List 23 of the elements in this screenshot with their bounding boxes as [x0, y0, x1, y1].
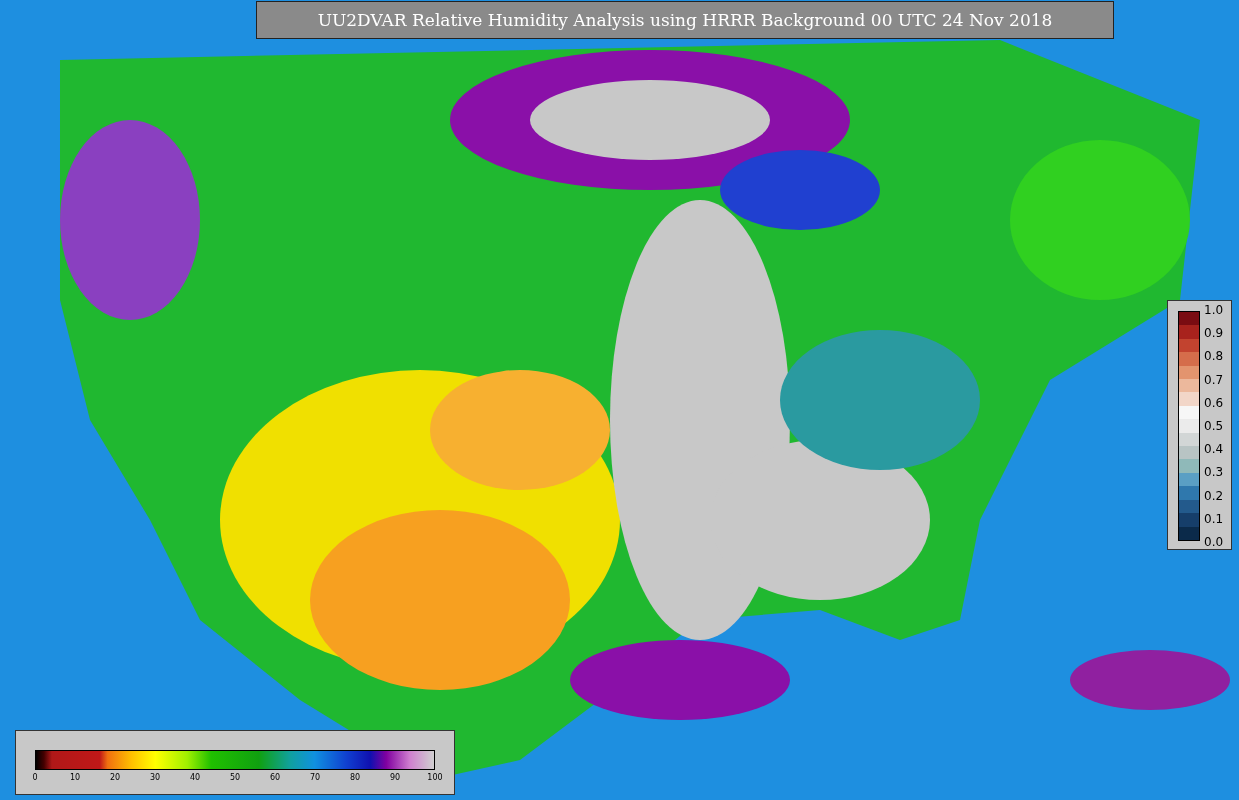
- colorbar-tick-label: 40: [189, 773, 201, 782]
- map-title: UU2DVAR Relative Humidity Analysis using HRRR Background 00 UTC 24 Nov 2018: [256, 1, 1114, 39]
- colorbar-tick-label: 70: [309, 773, 321, 782]
- colorbar-tick-label: 30: [149, 773, 161, 782]
- colorbar-tick-label: 0.7: [1204, 372, 1224, 387]
- colorbar-tick-label: 0.4: [1204, 442, 1224, 457]
- colorbar-tick-label: 0.0: [1204, 534, 1224, 549]
- colorbar-tick-label: 60: [269, 773, 281, 782]
- colorbar-tick-label: 1.0: [1204, 303, 1224, 317]
- colorbar-tick-label: 0.9: [1204, 326, 1224, 341]
- colorbar-tick-label: 0: [32, 773, 38, 782]
- colorbar-tick-label: 0.2: [1204, 488, 1224, 503]
- colorbar-tick-label: 50: [229, 773, 241, 782]
- colorbar-tick-label: 0.1: [1204, 511, 1224, 526]
- colorbar-tick-label: 10: [69, 773, 81, 782]
- colorbar-tick-label: 80: [349, 773, 361, 782]
- colorbar-tick-label: 100: [427, 773, 443, 782]
- colorbar-tick-label: 90: [389, 773, 401, 782]
- colorbar-tick-label: 0.3: [1204, 465, 1224, 480]
- colorbar-tick-label: 0.5: [1204, 418, 1224, 433]
- colorbar-tick-label: 20: [109, 773, 121, 782]
- colorbar-tick-label: 0.8: [1204, 349, 1224, 364]
- colorbar-tick-label: 0.6: [1204, 395, 1224, 410]
